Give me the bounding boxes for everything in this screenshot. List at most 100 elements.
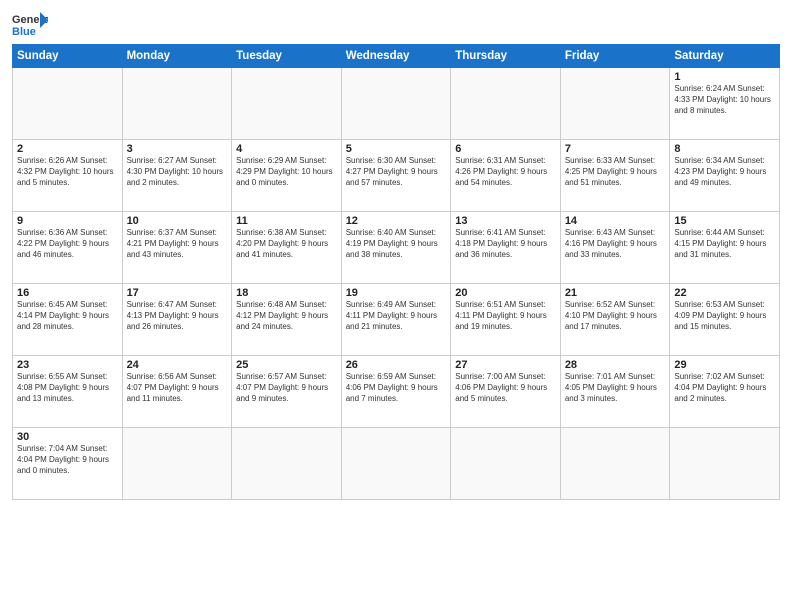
page: General Blue SundayMondayTuesdayWednesda… — [0, 0, 792, 612]
day-number: 17 — [127, 287, 228, 299]
calendar-cell: 1Sunrise: 6:24 AM Sunset: 4:33 PM Daylig… — [670, 68, 780, 140]
calendar-body: 1Sunrise: 6:24 AM Sunset: 4:33 PM Daylig… — [13, 68, 780, 500]
day-info: Sunrise: 6:36 AM Sunset: 4:22 PM Dayligh… — [17, 228, 118, 260]
day-number: 2 — [17, 143, 118, 155]
day-info: Sunrise: 6:30 AM Sunset: 4:27 PM Dayligh… — [346, 156, 447, 188]
day-number: 19 — [346, 287, 447, 299]
day-info: Sunrise: 7:00 AM Sunset: 4:06 PM Dayligh… — [455, 372, 556, 404]
calendar-cell: 28Sunrise: 7:01 AM Sunset: 4:05 PM Dayli… — [560, 356, 670, 428]
day-info: Sunrise: 6:33 AM Sunset: 4:25 PM Dayligh… — [565, 156, 666, 188]
calendar-cell: 23Sunrise: 6:55 AM Sunset: 4:08 PM Dayli… — [13, 356, 123, 428]
day-number: 23 — [17, 359, 118, 371]
day-number: 14 — [565, 215, 666, 227]
day-info: Sunrise: 6:59 AM Sunset: 4:06 PM Dayligh… — [346, 372, 447, 404]
calendar-cell: 17Sunrise: 6:47 AM Sunset: 4:13 PM Dayli… — [122, 284, 232, 356]
calendar-cell — [560, 428, 670, 500]
day-number: 27 — [455, 359, 556, 371]
day-number: 28 — [565, 359, 666, 371]
day-number: 30 — [17, 431, 118, 443]
day-number: 13 — [455, 215, 556, 227]
calendar-cell: 2Sunrise: 6:26 AM Sunset: 4:32 PM Daylig… — [13, 140, 123, 212]
calendar-cell: 24Sunrise: 6:56 AM Sunset: 4:07 PM Dayli… — [122, 356, 232, 428]
calendar-cell: 16Sunrise: 6:45 AM Sunset: 4:14 PM Dayli… — [13, 284, 123, 356]
day-number: 16 — [17, 287, 118, 299]
day-info: Sunrise: 6:48 AM Sunset: 4:12 PM Dayligh… — [236, 300, 337, 332]
day-number: 7 — [565, 143, 666, 155]
day-number: 3 — [127, 143, 228, 155]
calendar-cell: 4Sunrise: 6:29 AM Sunset: 4:29 PM Daylig… — [232, 140, 342, 212]
day-info: Sunrise: 6:40 AM Sunset: 4:19 PM Dayligh… — [346, 228, 447, 260]
calendar-cell: 29Sunrise: 7:02 AM Sunset: 4:04 PM Dayli… — [670, 356, 780, 428]
day-number: 24 — [127, 359, 228, 371]
day-info: Sunrise: 6:27 AM Sunset: 4:30 PM Dayligh… — [127, 156, 228, 188]
calendar-week-3: 16Sunrise: 6:45 AM Sunset: 4:14 PM Dayli… — [13, 284, 780, 356]
day-info: Sunrise: 6:31 AM Sunset: 4:26 PM Dayligh… — [455, 156, 556, 188]
calendar-cell — [341, 428, 451, 500]
day-number: 12 — [346, 215, 447, 227]
day-info: Sunrise: 6:44 AM Sunset: 4:15 PM Dayligh… — [674, 228, 775, 260]
header: General Blue — [12, 10, 780, 38]
calendar-cell — [341, 68, 451, 140]
calendar-cell: 20Sunrise: 6:51 AM Sunset: 4:11 PM Dayli… — [451, 284, 561, 356]
calendar-cell: 19Sunrise: 6:49 AM Sunset: 4:11 PM Dayli… — [341, 284, 451, 356]
calendar-week-1: 2Sunrise: 6:26 AM Sunset: 4:32 PM Daylig… — [13, 140, 780, 212]
day-number: 29 — [674, 359, 775, 371]
calendar-cell — [122, 428, 232, 500]
day-number: 4 — [236, 143, 337, 155]
day-number: 11 — [236, 215, 337, 227]
calendar-week-0: 1Sunrise: 6:24 AM Sunset: 4:33 PM Daylig… — [13, 68, 780, 140]
day-info: Sunrise: 6:45 AM Sunset: 4:14 PM Dayligh… — [17, 300, 118, 332]
calendar-cell: 22Sunrise: 6:53 AM Sunset: 4:09 PM Dayli… — [670, 284, 780, 356]
day-number: 1 — [674, 71, 775, 83]
day-number: 20 — [455, 287, 556, 299]
day-info: Sunrise: 6:38 AM Sunset: 4:20 PM Dayligh… — [236, 228, 337, 260]
calendar-cell: 9Sunrise: 6:36 AM Sunset: 4:22 PM Daylig… — [13, 212, 123, 284]
calendar-cell: 8Sunrise: 6:34 AM Sunset: 4:23 PM Daylig… — [670, 140, 780, 212]
calendar-cell: 6Sunrise: 6:31 AM Sunset: 4:26 PM Daylig… — [451, 140, 561, 212]
calendar-cell: 30Sunrise: 7:04 AM Sunset: 4:04 PM Dayli… — [13, 428, 123, 500]
day-info: Sunrise: 6:49 AM Sunset: 4:11 PM Dayligh… — [346, 300, 447, 332]
calendar-week-4: 23Sunrise: 6:55 AM Sunset: 4:08 PM Dayli… — [13, 356, 780, 428]
weekday-header-row: SundayMondayTuesdayWednesdayThursdayFrid… — [13, 45, 780, 68]
weekday-header-saturday: Saturday — [670, 45, 780, 68]
calendar-cell: 5Sunrise: 6:30 AM Sunset: 4:27 PM Daylig… — [341, 140, 451, 212]
day-number: 6 — [455, 143, 556, 155]
day-info: Sunrise: 6:55 AM Sunset: 4:08 PM Dayligh… — [17, 372, 118, 404]
day-info: Sunrise: 6:52 AM Sunset: 4:10 PM Dayligh… — [565, 300, 666, 332]
calendar-cell: 26Sunrise: 6:59 AM Sunset: 4:06 PM Dayli… — [341, 356, 451, 428]
calendar-table: SundayMondayTuesdayWednesdayThursdayFrid… — [12, 44, 780, 500]
calendar-cell — [122, 68, 232, 140]
day-info: Sunrise: 6:34 AM Sunset: 4:23 PM Dayligh… — [674, 156, 775, 188]
day-info: Sunrise: 6:29 AM Sunset: 4:29 PM Dayligh… — [236, 156, 337, 188]
calendar-cell — [232, 428, 342, 500]
day-number: 5 — [346, 143, 447, 155]
day-number: 8 — [674, 143, 775, 155]
calendar-cell: 7Sunrise: 6:33 AM Sunset: 4:25 PM Daylig… — [560, 140, 670, 212]
day-info: Sunrise: 6:24 AM Sunset: 4:33 PM Dayligh… — [674, 84, 775, 116]
day-number: 22 — [674, 287, 775, 299]
day-info: Sunrise: 6:51 AM Sunset: 4:11 PM Dayligh… — [455, 300, 556, 332]
day-number: 25 — [236, 359, 337, 371]
calendar-cell: 12Sunrise: 6:40 AM Sunset: 4:19 PM Dayli… — [341, 212, 451, 284]
day-info: Sunrise: 7:01 AM Sunset: 4:05 PM Dayligh… — [565, 372, 666, 404]
day-info: Sunrise: 7:02 AM Sunset: 4:04 PM Dayligh… — [674, 372, 775, 404]
svg-text:Blue: Blue — [12, 26, 36, 38]
day-number: 26 — [346, 359, 447, 371]
weekday-header-monday: Monday — [122, 45, 232, 68]
day-info: Sunrise: 6:53 AM Sunset: 4:09 PM Dayligh… — [674, 300, 775, 332]
weekday-header-thursday: Thursday — [451, 45, 561, 68]
day-info: Sunrise: 6:56 AM Sunset: 4:07 PM Dayligh… — [127, 372, 228, 404]
calendar-week-2: 9Sunrise: 6:36 AM Sunset: 4:22 PM Daylig… — [13, 212, 780, 284]
calendar-week-5: 30Sunrise: 7:04 AM Sunset: 4:04 PM Dayli… — [13, 428, 780, 500]
calendar-cell: 15Sunrise: 6:44 AM Sunset: 4:15 PM Dayli… — [670, 212, 780, 284]
day-info: Sunrise: 6:47 AM Sunset: 4:13 PM Dayligh… — [127, 300, 228, 332]
calendar-cell: 14Sunrise: 6:43 AM Sunset: 4:16 PM Dayli… — [560, 212, 670, 284]
day-info: Sunrise: 7:04 AM Sunset: 4:04 PM Dayligh… — [17, 444, 118, 476]
day-info: Sunrise: 6:41 AM Sunset: 4:18 PM Dayligh… — [455, 228, 556, 260]
day-info: Sunrise: 6:43 AM Sunset: 4:16 PM Dayligh… — [565, 228, 666, 260]
calendar-cell: 3Sunrise: 6:27 AM Sunset: 4:30 PM Daylig… — [122, 140, 232, 212]
calendar-cell — [232, 68, 342, 140]
logo: General Blue — [12, 10, 48, 38]
day-number: 18 — [236, 287, 337, 299]
calendar-cell: 10Sunrise: 6:37 AM Sunset: 4:21 PM Dayli… — [122, 212, 232, 284]
